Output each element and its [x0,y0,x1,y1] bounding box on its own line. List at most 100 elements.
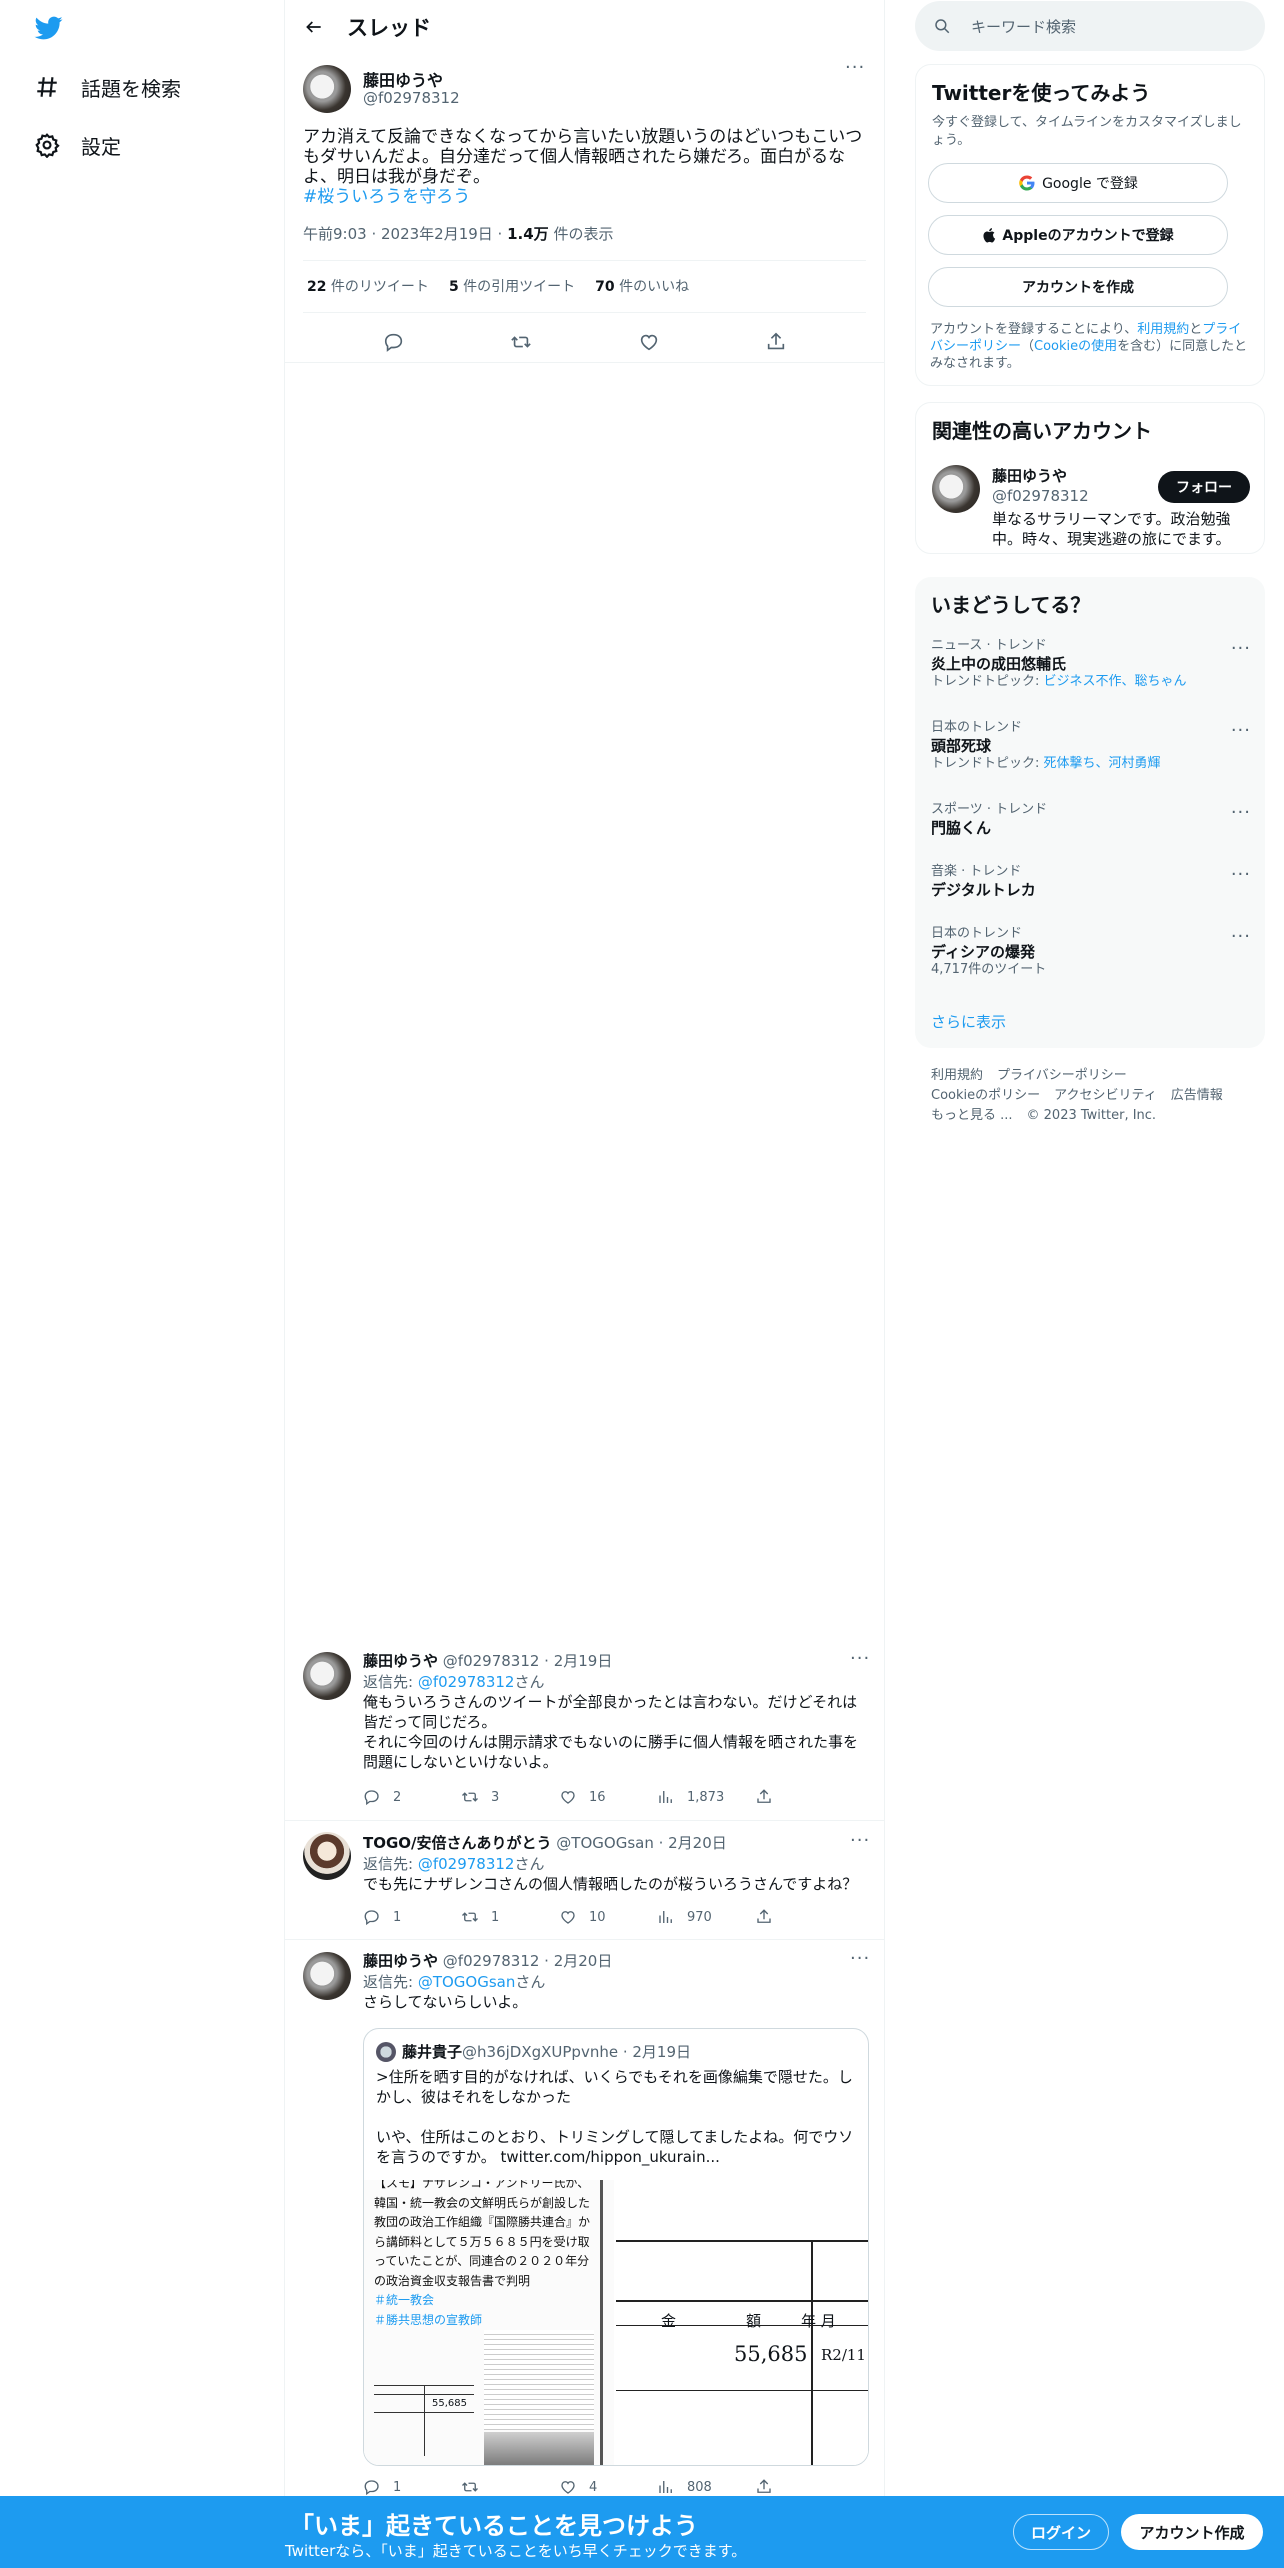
reply-tweet[interactable]: TOGO/安倍さんありがとう @TOGOGsan · 2月20日 ··· 返信先… [285,1830,885,1939]
footer-link[interactable]: アクセシビリティ [1054,1088,1157,1103]
create-account-button[interactable]: アカウントを作成 [928,267,1228,307]
more-options-icon[interactable]: ··· [1231,864,1251,885]
share-icon[interactable] [765,331,787,353]
retweet-action[interactable] [461,2478,559,2496]
reply-to-link[interactable]: @f02978312 [418,1855,515,1873]
like-count: 4 [589,2479,598,2495]
more-options-icon[interactable]: ··· [1231,638,1251,659]
signup-button[interactable]: アカウント作成 [1121,2514,1263,2550]
more-options-icon[interactable]: ··· [850,1830,870,1851]
search-input[interactable]: キーワード検索 [971,16,1076,37]
quoted-author-name: 藤井貴子 [402,2043,463,2061]
login-button[interactable]: ログイン [1013,2514,1109,2550]
quoted-tweet-media[interactable]: 【スモ】ナザレンコ・アンドリー氏が、 韓国・統一教会の文鮮明氏らが創設した 教団… [364,2180,868,2465]
cookie-link[interactable]: Cookieの使用 [1034,339,1117,354]
related-account-handle[interactable]: @f02978312 [992,487,1089,505]
more-options-icon[interactable]: ··· [1231,802,1251,823]
tweet-meta[interactable]: @TOGOGsan · 2月20日 [552,1834,726,1852]
reply-to-link[interactable]: @f02978312 [418,1673,515,1691]
search-bar[interactable]: キーワード検索 [915,1,1265,51]
footer-link[interactable]: Cookieのポリシー [931,1088,1040,1103]
more-options-icon[interactable]: ··· [1231,720,1251,741]
copyright: © 2023 Twitter, Inc. [1026,1108,1157,1123]
related-account-name[interactable]: 藤田ゆうや [992,465,1067,486]
trend-topic-link[interactable]: 死体撃ち、河村勇輝 [1044,756,1161,771]
avatar[interactable] [303,1652,351,1700]
avatar[interactable] [303,1832,351,1880]
reply-action[interactable]: 2 [363,1788,461,1806]
more-options-icon[interactable]: ··· [850,1648,870,1669]
trend-topic-link[interactable]: ビジネス不作、聡ちゃん [1044,674,1187,689]
show-more-link[interactable]: さらに表示 [931,1011,1006,1032]
document-header: 金額年 月 [661,2310,836,2331]
trend-item[interactable]: 日本のトレンド ディシアの爆発 4,717件のツイート ··· [931,926,1251,978]
views-action[interactable]: 970 [657,1908,755,1926]
retweet-icon[interactable] [510,331,532,353]
author-name[interactable]: TOGO/安倍さんありがとう [363,1834,552,1852]
retweet-action[interactable]: 1 [461,1908,559,1926]
back-button[interactable] [297,10,331,44]
views-action[interactable]: 1,873 [657,1788,755,1806]
tweet-meta[interactable]: @f02978312 · 2月20日 [438,1952,613,1970]
retweets-label: 件のリツイート [326,279,429,295]
retweet-action[interactable]: 3 [461,1788,559,1806]
share-action[interactable] [755,2478,853,2496]
reply-tweet[interactable]: 藤田ゆうや @f02978312 · 2月19日 ··· 返信先: @f0297… [285,1648,885,1820]
tweet-text-line: 問題にしないといけないよ。 [363,1753,558,1771]
footer-link[interactable]: プライバシーポリシー [997,1068,1127,1083]
footer-link[interactable]: 利用規約 [931,1068,983,1083]
apple-signup-button[interactable]: Appleのアカウントで登録 [928,215,1228,255]
trend-item[interactable]: 日本のトレンド 頭部死球 トレンドトピック: 死体撃ち、河村勇輝 ··· [931,720,1251,772]
like-action[interactable]: 16 [559,1788,657,1806]
author-name[interactable]: 藤田ゆうや [363,1652,438,1670]
author-name[interactable]: 藤田ゆうや [363,1952,438,1970]
reply-to-link[interactable]: @TOGOGsan [418,1973,516,1991]
terms-link[interactable]: 利用規約 [1137,322,1189,337]
tweet-text-line: 皆だって同じだろ。 [363,1713,497,1731]
legal-text: と [1189,322,1203,337]
trends-panel: いまどうしてる？ ニュース · トレンド 炎上中の成田悠輔氏 トレンドトピック:… [915,577,1265,1048]
like-action[interactable]: 4 [559,2478,657,2496]
author-handle[interactable]: @f02978312 [363,89,460,107]
twitter-logo-icon[interactable] [33,14,65,42]
more-options-icon[interactable]: ··· [850,1948,870,1969]
views-action[interactable]: 808 [657,2478,755,2496]
trend-item[interactable]: スポーツ · トレンド 門脇くん ··· [931,802,1251,838]
like-icon[interactable] [638,331,660,353]
quoted-tweet-card[interactable]: 藤井貴子 @h36jDXgXUPpvnhe · 2月19日 >住所を晒す目的がな… [363,2028,869,2466]
more-options-icon[interactable]: ··· [1231,926,1251,947]
tweet-timestamp[interactable]: 午前9:03 · 2023年2月19日 · [303,225,507,243]
footer-link[interactable]: 広告情報 [1171,1088,1223,1103]
tweet-text-line: でも先にナザレンコさんの個人情報晒したのが桜ういろうさんですよね？ [363,1875,858,1893]
trend-item[interactable]: ニュース · トレンド 炎上中の成田悠輔氏 トレンドトピック: ビジネス不作、聡… [931,638,1251,690]
avatar[interactable] [303,1952,351,2000]
quotes-stat[interactable]: 5 件の引用ツイート [449,276,575,296]
like-count: 16 [589,1789,606,1805]
tweet-meta[interactable]: @f02978312 · 2月19日 [438,1652,613,1670]
screenshot-text-line: 【スモ】ナザレンコ・アンドリー氏が、 [374,2180,590,2190]
reply-icon[interactable] [383,331,405,353]
nav-explore[interactable]: 話題を検索 [34,67,181,107]
like-action[interactable]: 10 [559,1908,657,1926]
share-action[interactable] [755,1908,853,1926]
retweets-stat[interactable]: 22 件のリツイート [307,276,429,296]
more-options-icon[interactable]: ··· [845,57,865,78]
google-signup-button[interactable]: Google で登録 [928,163,1228,203]
footer-more-link[interactable]: もっと見る ... [931,1108,1013,1123]
trend-item[interactable]: 音楽 · トレンド デジタルトレカ ··· [931,864,1251,900]
reply-action[interactable]: 1 [363,1908,461,1926]
tweet-text-line: を言うのですか。 twitter.com/hippon_ukurain... [376,2148,720,2166]
avatar[interactable] [303,65,351,113]
nav-settings[interactable]: 設定 [34,125,121,165]
author-name[interactable]: 藤田ゆうや [363,67,443,91]
share-action[interactable] [755,1788,853,1806]
likes-stat[interactable]: 70 件のいいね [595,276,689,296]
reply-action[interactable]: 1 [363,2478,461,2496]
hashtag-link[interactable]: #桜ういろうを守ろう [303,187,873,207]
share-icon [757,1789,771,1803]
avatar[interactable] [932,465,980,513]
legal-text: （ [1021,339,1035,354]
share-icon [757,1909,771,1923]
follow-button[interactable]: フォロー [1158,471,1250,503]
related-account-bio: 単なるサラリーマンです。政治勉強中。時々、現実逃避の旅にでます。 [992,510,1231,548]
